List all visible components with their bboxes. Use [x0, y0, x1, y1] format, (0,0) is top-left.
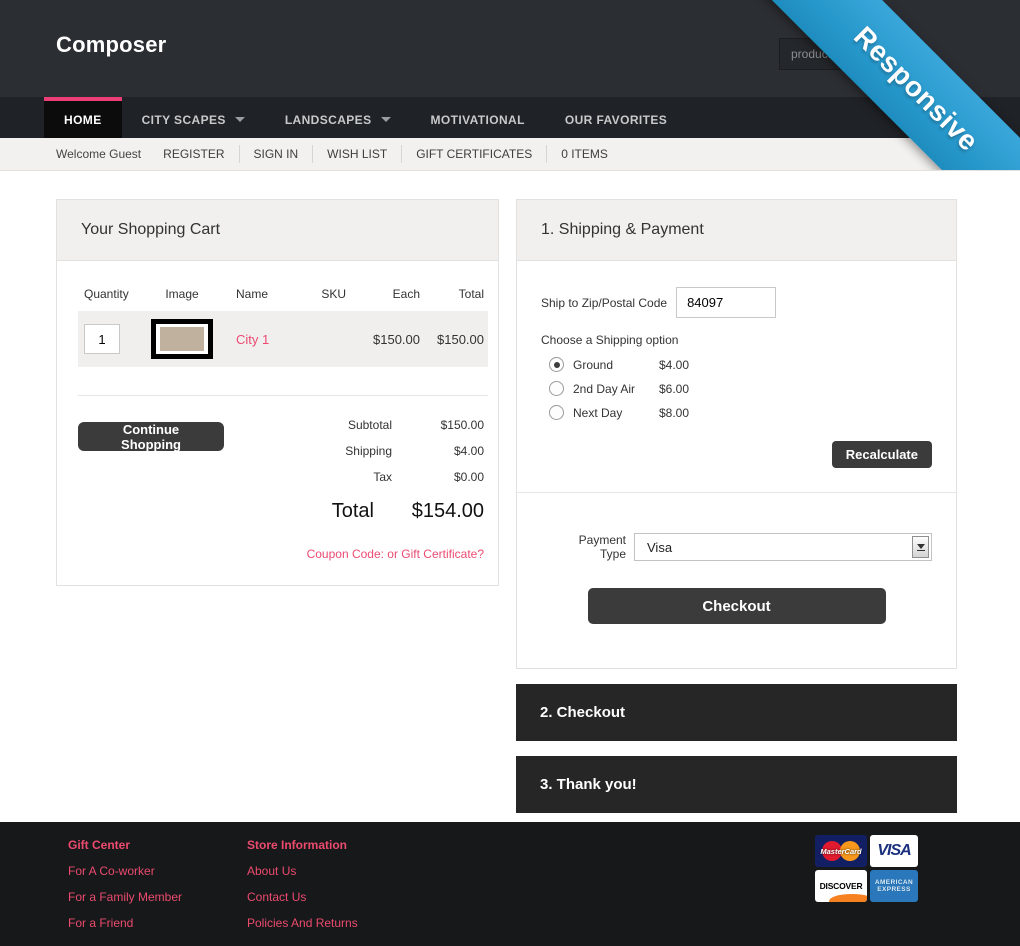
nav-label: HOME: [64, 113, 102, 127]
utility-nav: Welcome Guest REGISTER SIGN IN WISH LIST…: [0, 138, 1020, 171]
column-name: Name: [226, 287, 294, 301]
shipping-value: $4.00: [392, 444, 484, 458]
mastercard-icon: MasterCard: [815, 835, 867, 867]
subtotal-value: $150.00: [392, 418, 484, 432]
footer-link-contact-us[interactable]: Contact Us: [247, 890, 358, 904]
product-search-input[interactable]: [779, 38, 921, 70]
shipping-label: Shipping: [242, 444, 392, 458]
american-express-icon: AMERICAN EXPRESS: [870, 870, 918, 902]
accepted-payment-cards: MasterCard VISA DISCOVER AMERICAN EXPRES…: [815, 835, 918, 902]
product-image: [160, 327, 204, 351]
footer-link-family-member[interactable]: For a Family Member: [68, 890, 182, 904]
payment-type-value: Visa: [647, 540, 672, 555]
footer-link-policies-returns[interactable]: Policies And Returns: [247, 916, 358, 930]
radio-2nd-day-air-price: $6.00: [659, 382, 689, 396]
shipping-option-next-day: Next Day $8.00: [549, 405, 932, 420]
welcome-text: Welcome Guest: [56, 147, 149, 161]
zip-code-input[interactable]: [676, 287, 776, 318]
cart-items-link[interactable]: 0 ITEMS: [546, 145, 622, 163]
grand-total-label: Total: [224, 500, 374, 523]
radio-next-day[interactable]: [549, 405, 564, 420]
radio-next-day-price: $8.00: [659, 406, 689, 420]
item-total-price: $150.00: [420, 332, 488, 347]
radio-2nd-day-air[interactable]: [549, 381, 564, 396]
tax-value: $0.00: [392, 470, 484, 484]
chevron-down-icon: [235, 117, 245, 122]
shopping-cart-panel: Your Shopping Cart Quantity Image Name S…: [56, 199, 499, 586]
nav-item-our-favorites[interactable]: OUR FAVORITES: [545, 97, 687, 138]
recalculate-button[interactable]: Recalculate: [832, 441, 932, 468]
cart-footer: Continue Shopping Subtotal $150.00 Shipp…: [78, 396, 488, 561]
payment-type-select[interactable]: Visa: [634, 533, 932, 561]
payment-type-label: Payment Type: [550, 533, 626, 561]
quantity-input[interactable]: [84, 324, 120, 354]
nav-item-city-scapes[interactable]: CITY SCAPES: [122, 97, 265, 138]
checkout-button[interactable]: Checkout: [588, 588, 886, 624]
nav-label: MOTIVATIONAL: [431, 113, 525, 127]
footer-link-about-us[interactable]: About Us: [247, 864, 358, 878]
checkout-column: 1. Shipping & Payment Ship to Zip/Postal…: [516, 199, 957, 813]
product-thumbnail[interactable]: [151, 319, 213, 359]
nav-label: CITY SCAPES: [142, 113, 226, 127]
tax-label: Tax: [242, 470, 392, 484]
step-thank-you-bar: 3. Thank you!: [516, 756, 957, 813]
payment-section: Payment Type Visa Checkout: [517, 493, 956, 668]
nav-item-motivational[interactable]: MOTIVATIONAL: [411, 97, 545, 138]
grand-total-value: $154.00: [374, 500, 484, 523]
main-content: Your Shopping Cart Quantity Image Name S…: [0, 171, 1020, 813]
shipping-option-label: Choose a Shipping option: [541, 333, 932, 347]
nav-item-home[interactable]: HOME: [44, 97, 122, 138]
dropdown-arrow-icon[interactable]: [912, 536, 929, 558]
site-header: Composer: [0, 0, 1020, 97]
gift-certificates-link[interactable]: GIFT CERTIFICATES: [401, 145, 546, 163]
column-image: Image: [138, 287, 226, 301]
chevron-down-icon: [381, 117, 391, 122]
footer-link-friend[interactable]: For a Friend: [68, 916, 182, 930]
radio-ground-price: $4.00: [659, 358, 689, 372]
site-footer: Gift Center For A Co-worker For a Family…: [0, 822, 1020, 946]
cart-item-row: City 1 $150.00 $150.00: [78, 311, 488, 367]
cart-table-header: Quantity Image Name SKU Each Total: [78, 287, 488, 301]
radio-next-day-label[interactable]: Next Day: [573, 406, 659, 420]
column-quantity: Quantity: [78, 287, 138, 301]
visa-icon: VISA: [870, 835, 918, 867]
radio-ground[interactable]: [549, 357, 564, 372]
nav-item-landscapes[interactable]: LANDSCAPES: [265, 97, 411, 138]
step-checkout-bar: 2. Checkout: [516, 684, 957, 741]
discover-icon: DISCOVER: [815, 870, 867, 902]
nav-label: OUR FAVORITES: [565, 113, 667, 127]
zip-label: Ship to Zip/Postal Code: [541, 296, 667, 310]
coupon-gift-certificate-link[interactable]: Coupon Code: or Gift Certificate?: [224, 547, 484, 561]
continue-shopping-button[interactable]: Continue Shopping: [78, 422, 224, 451]
site-logo[interactable]: Composer: [56, 32, 166, 58]
footer-gift-center-column: Gift Center For A Co-worker For a Family…: [68, 838, 182, 942]
shipping-payment-panel: 1. Shipping & Payment Ship to Zip/Postal…: [516, 199, 957, 669]
footer-heading-gift-center[interactable]: Gift Center: [68, 838, 182, 852]
wish-list-link[interactable]: WISH LIST: [312, 145, 401, 163]
product-name-link[interactable]: City 1: [236, 332, 269, 347]
nav-label: LANDSCAPES: [285, 113, 372, 127]
shipping-option-2nd-day-air: 2nd Day Air $6.00: [549, 381, 932, 396]
column-each: Each: [346, 287, 420, 301]
shipping-payment-title: 1. Shipping & Payment: [517, 200, 956, 261]
shipping-option-ground: Ground $4.00: [549, 357, 932, 372]
cart-totals: Subtotal $150.00 Shipping $4.00 Tax $0.0…: [224, 418, 484, 561]
register-link[interactable]: REGISTER: [149, 145, 238, 163]
shipping-section: Ship to Zip/Postal Code Choose a Shippin…: [517, 261, 956, 492]
sign-in-link[interactable]: SIGN IN: [239, 145, 313, 163]
column-sku: SKU: [294, 287, 346, 301]
column-total: Total: [420, 287, 488, 301]
radio-ground-label[interactable]: Ground: [573, 358, 659, 372]
footer-link-co-worker[interactable]: For A Co-worker: [68, 864, 182, 878]
footer-heading-store-information[interactable]: Store Information: [247, 838, 358, 852]
footer-store-information-column: Store Information About Us Contact Us Po…: [247, 838, 358, 942]
radio-2nd-day-air-label[interactable]: 2nd Day Air: [573, 382, 659, 396]
cart-body: Quantity Image Name SKU Each Total City …: [57, 261, 498, 585]
main-nav: HOME CITY SCAPES LANDSCAPES MOTIVATIONAL…: [0, 97, 1020, 138]
subtotal-label: Subtotal: [242, 418, 392, 432]
cart-panel-title: Your Shopping Cart: [57, 200, 498, 261]
item-each-price: $150.00: [346, 332, 420, 347]
